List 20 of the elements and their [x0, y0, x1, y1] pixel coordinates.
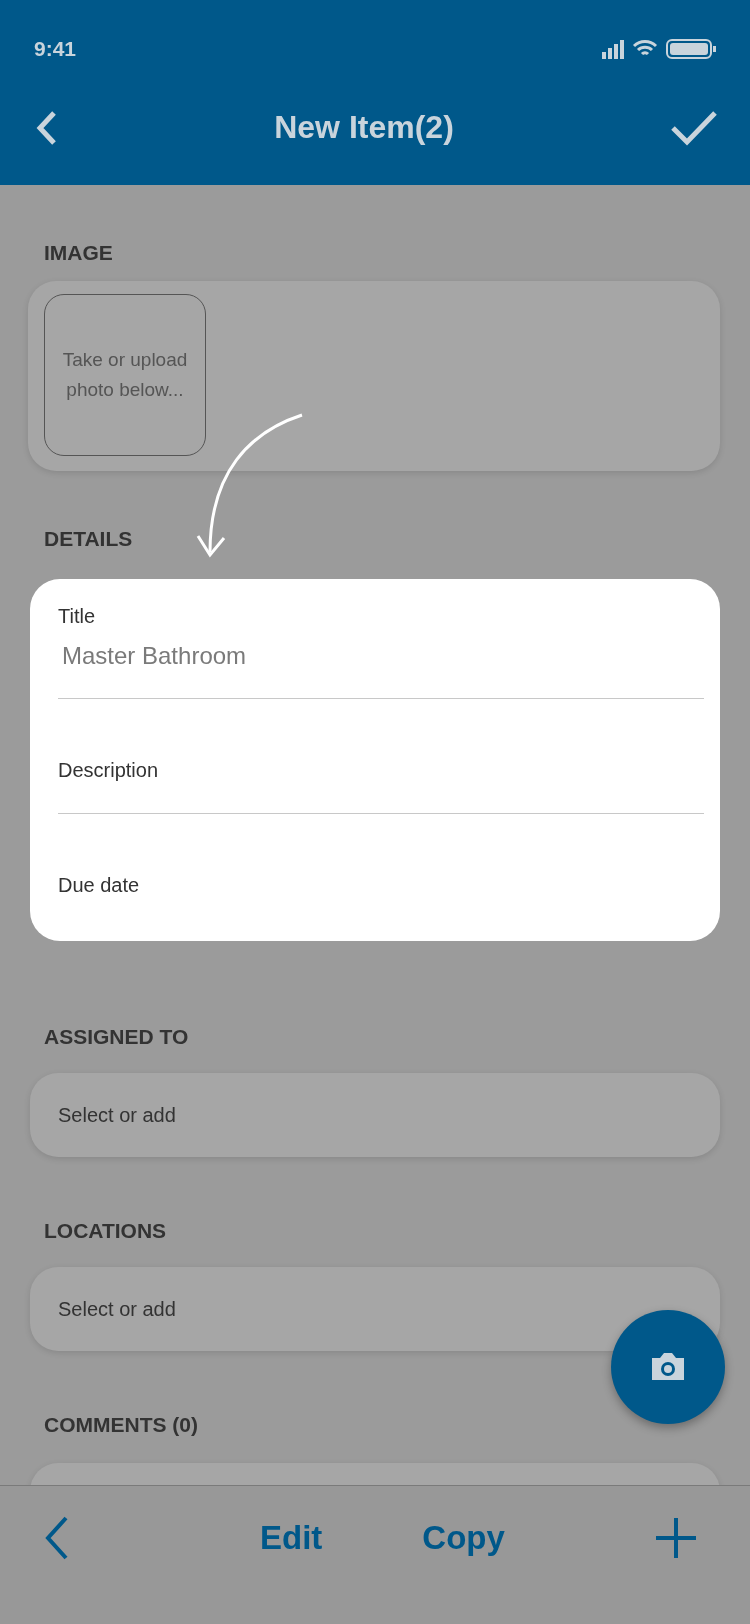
camera-button[interactable]: [611, 1310, 725, 1424]
toolbar-button[interactable]: Copy: [416, 1515, 511, 1561]
section-label: IMAGE: [44, 240, 114, 266]
field-label: Due date: [58, 874, 141, 897]
section-label: ASSIGNED TO: [44, 1024, 190, 1050]
photo-placeholder[interactable]: Take or upload photo below...: [44, 294, 206, 456]
screen-title: New Item(2): [274, 109, 454, 146]
status-time: 9:41: [34, 37, 77, 61]
section-label: COMMENTS (0): [44, 1412, 199, 1438]
select-field[interactable]: Select or add: [30, 1073, 720, 1157]
battery-icon: [666, 39, 716, 59]
input-field[interactable]: Master Bathroom: [58, 642, 704, 670]
wifi-icon: [632, 40, 658, 58]
section-label: DETAILS: [44, 526, 134, 552]
toolbar-button[interactable]: Edit: [254, 1515, 329, 1561]
section-label: LOCATIONS: [44, 1218, 168, 1244]
field-label: Description: [58, 759, 160, 782]
signal-icon: [602, 39, 624, 59]
field-label: Title: [58, 605, 97, 628]
select-field[interactable]: Select or add: [30, 1267, 720, 1351]
